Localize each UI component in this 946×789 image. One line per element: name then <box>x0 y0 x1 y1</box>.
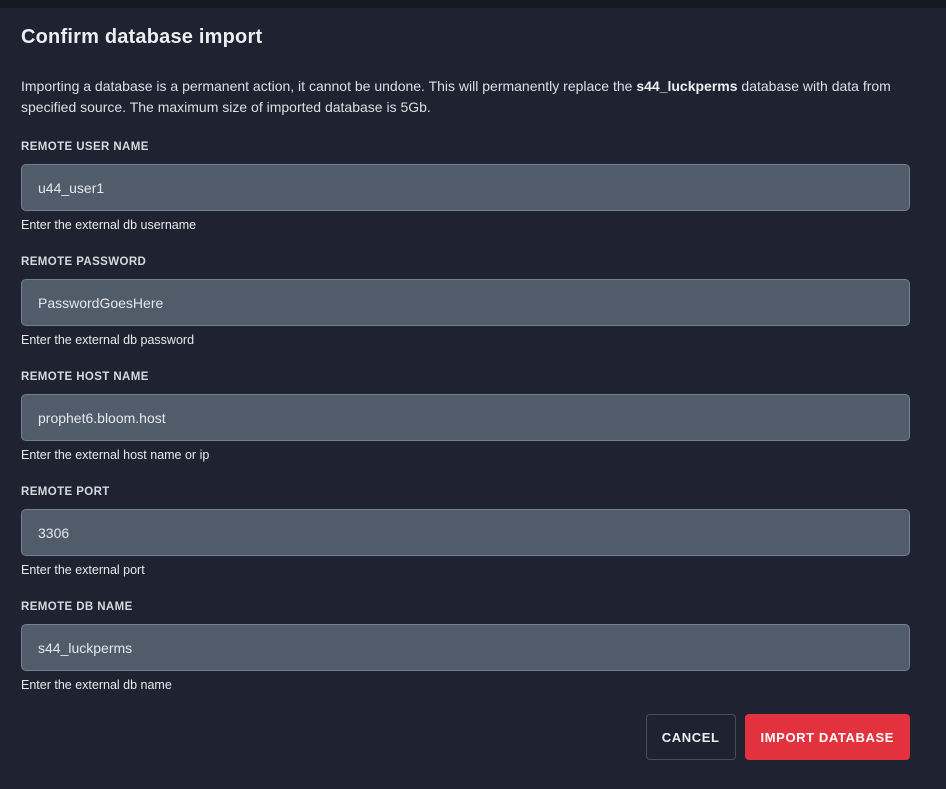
remote-password-helper: Enter the external db password <box>21 333 910 348</box>
dialog-description: Importing a database is a permanent acti… <box>21 76 910 118</box>
modal-top-edge <box>0 0 946 8</box>
remote-user-name-helper: Enter the external db username <box>21 218 910 233</box>
remote-port-label: REMOTE PORT <box>21 486 910 498</box>
database-name-highlight: s44_luckperms <box>636 78 737 94</box>
remote-user-name-label: REMOTE USER NAME <box>21 141 910 153</box>
remote-port-helper: Enter the external port <box>21 563 910 578</box>
remote-user-name-input[interactable] <box>21 164 910 211</box>
field-group-remote-host-name: REMOTE HOST NAME Enter the external host… <box>21 371 910 463</box>
remote-db-name-input[interactable] <box>21 624 910 671</box>
dialog-actions: CANCEL IMPORT DATABASE <box>21 714 910 760</box>
remote-db-name-label: REMOTE DB NAME <box>21 601 910 613</box>
description-text-before: Importing a database is a permanent acti… <box>21 78 636 94</box>
confirm-database-import-dialog: Confirm database import Importing a data… <box>21 25 910 760</box>
remote-port-input[interactable] <box>21 509 910 556</box>
remote-password-input[interactable] <box>21 279 910 326</box>
remote-host-name-label: REMOTE HOST NAME <box>21 371 910 383</box>
remote-host-name-helper: Enter the external host name or ip <box>21 448 910 463</box>
remote-host-name-input[interactable] <box>21 394 910 441</box>
field-group-remote-user-name: REMOTE USER NAME Enter the external db u… <box>21 141 910 233</box>
field-group-remote-db-name: REMOTE DB NAME Enter the external db nam… <box>21 601 910 693</box>
cancel-button[interactable]: CANCEL <box>646 714 736 760</box>
remote-db-name-helper: Enter the external db name <box>21 678 910 693</box>
field-group-remote-password: REMOTE PASSWORD Enter the external db pa… <box>21 256 910 348</box>
field-group-remote-port: REMOTE PORT Enter the external port <box>21 486 910 578</box>
dialog-title: Confirm database import <box>21 25 910 49</box>
remote-password-label: REMOTE PASSWORD <box>21 256 910 268</box>
import-database-button[interactable]: IMPORT DATABASE <box>745 714 910 760</box>
